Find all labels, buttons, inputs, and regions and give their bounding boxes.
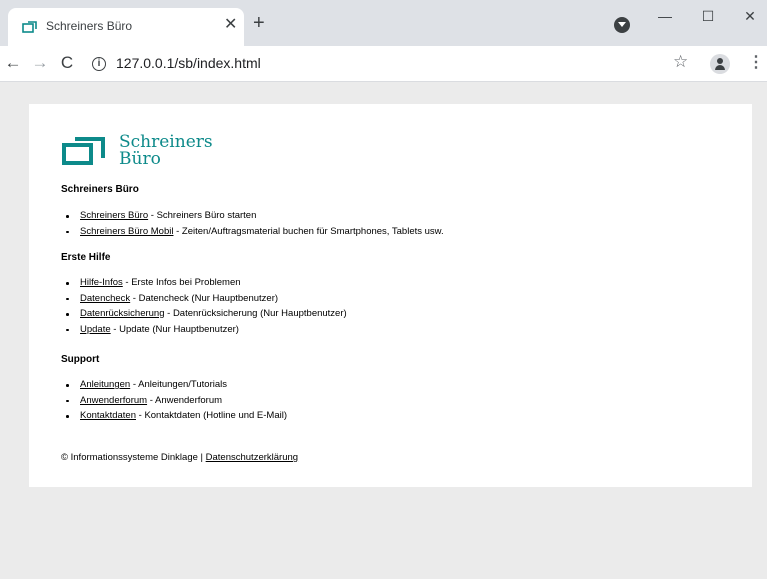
list-item: Anleitungen - Anleitungen/Tutorials [61,377,287,393]
tab-title: Schreiners Büro [46,19,133,33]
browser-toolbar: ← → C i 127.0.0.1/sb/index.html ☆ ⋮ [0,46,767,82]
list-item: Schreiners Büro - Schreiners Büro starte… [61,208,444,224]
tab-strip: Schreiners Büro ✕ + — ☐ ✕ [0,0,767,46]
forward-arrow-icon[interactable]: → [29,52,51,74]
list-item: Kontaktdaten - Kontaktdaten (Hotline und… [61,408,287,424]
list-item: Anwenderforum - Anwenderforum [61,393,287,409]
link-hilfe-infos[interactable]: Hilfe-Infos [80,277,123,288]
section-heading: Erste Hilfe [61,252,111,263]
browser-tab[interactable]: Schreiners Büro ✕ [8,8,244,46]
bookmark-star-icon[interactable]: ☆ [673,52,688,72]
page-content: Schreiners Büro Schreiners Büro Schreine… [29,104,752,487]
link-anwenderforum[interactable]: Anwenderforum [80,395,147,406]
address-bar[interactable]: 127.0.0.1/sb/index.html [116,55,261,71]
link-datencheck[interactable]: Datencheck [80,293,130,304]
tab-close-icon[interactable]: ✕ [224,16,237,34]
link-list: Hilfe-Infos - Erste Infos bei Problemen … [61,275,347,337]
info-icon[interactable]: i [92,57,106,71]
copyright-text: © Informationssysteme Dinklage | [61,452,206,463]
link-schreiners-buero-mobil[interactable]: Schreiners Büro Mobil [80,226,173,237]
link-update[interactable]: Update [80,324,111,335]
link-list: Anleitungen - Anleitungen/Tutorials Anwe… [61,377,287,424]
close-window-button[interactable]: ✕ [740,6,760,26]
favicon-icon [22,21,37,33]
list-item: Datenrücksicherung - Datenrücksicherung … [61,306,347,322]
link-list: Schreiners Büro - Schreiners Büro starte… [61,208,444,239]
list-item: Update - Update (Nur Hauptbenutzer) [61,322,347,338]
privacy-link[interactable]: Datenschutzerklärung [206,452,298,463]
list-item: Schreiners Büro Mobil - Zeiten/Auftragsm… [61,224,444,240]
link-datenruecksicherung[interactable]: Datenrücksicherung [80,308,165,319]
maximize-button[interactable]: ☐ [698,6,718,26]
back-arrow-icon[interactable]: ← [2,52,24,74]
reload-icon[interactable]: C [56,52,78,74]
avatar-icon[interactable] [710,54,730,74]
list-item: Hilfe-Infos - Erste Infos bei Problemen [61,275,347,291]
footer: © Informationssysteme Dinklage | Datensc… [61,452,298,463]
menu-icon[interactable]: ⋮ [748,54,764,72]
link-anleitungen[interactable]: Anleitungen [80,379,130,390]
logo-text: Schreiners Büro [119,132,213,169]
chrome-profile-icon[interactable] [614,17,630,33]
list-item: Datencheck - Datencheck (Nur Hauptbenutz… [61,291,347,307]
logo-icon [62,137,105,165]
section-heading: Schreiners Büro [61,184,139,195]
new-tab-button[interactable]: + [253,13,265,33]
link-schreiners-buero[interactable]: Schreiners Büro [80,210,148,221]
section-heading: Support [61,354,100,365]
link-kontaktdaten[interactable]: Kontaktdaten [80,410,136,421]
minimize-button[interactable]: — [655,6,675,26]
